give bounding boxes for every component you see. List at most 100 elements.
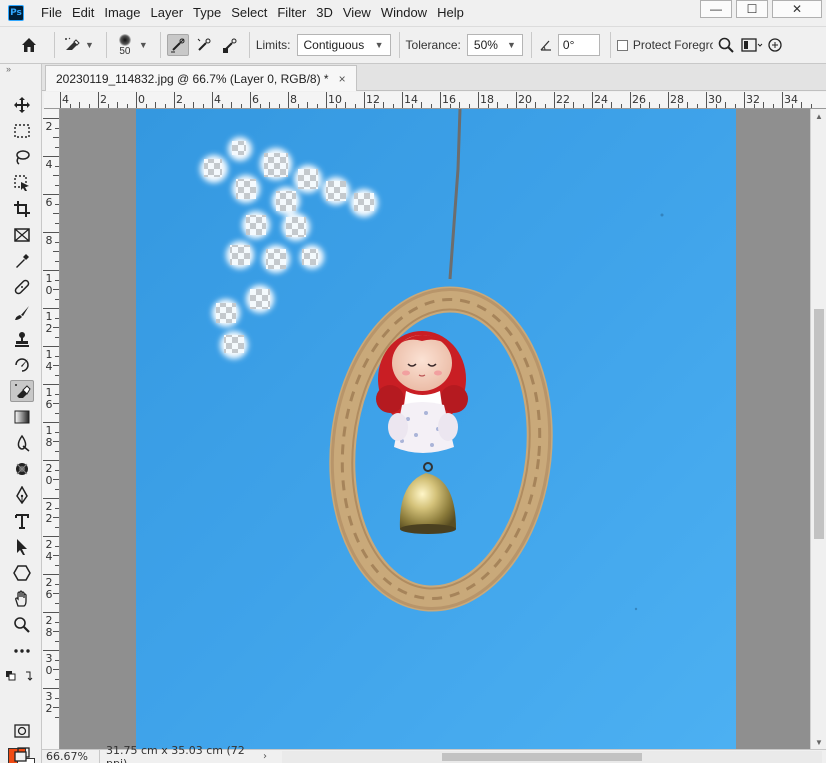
ruler-minor-tick [55,393,59,395]
ruler-tick [212,92,213,108]
ruler-tick [43,612,59,613]
ruler-tick [554,92,555,108]
ruler-tick [98,92,99,108]
close-icon[interactable]: × [339,72,346,86]
collapse-panel-icon[interactable]: ›› [6,64,11,74]
vertical-scrollbar[interactable]: ▲ ▼ [810,109,826,749]
menu-layer[interactable]: Layer [146,0,189,26]
chevron-down-icon[interactable]: ▼ [139,40,148,50]
ruler-tick [174,92,175,108]
protect-foreground-checkbox[interactable] [616,39,628,51]
ruler-label: 4 [62,93,69,106]
ruler-minor-tick [55,583,59,585]
ruler-minor-tick [55,621,59,623]
more-tools-icon[interactable] [10,640,34,662]
menu-select[interactable]: Select [226,0,272,26]
ruler-tick [516,92,517,108]
eraser-icon[interactable] [10,380,34,402]
chevron-down-icon: ▼ [506,40,516,50]
ruler-label: 2 [45,120,53,133]
document-tab[interactable]: 20230119_114832.jpg @ 66.7% (Layer 0, RG… [45,65,357,91]
object-select-icon[interactable] [10,172,34,194]
brush-preset-picker[interactable]: 50 [118,33,131,57]
minimize-button[interactable]: — [700,0,732,18]
zoom-icon[interactable] [10,614,34,636]
angle-input[interactable]: 0° [557,34,600,56]
history-brush-icon[interactable] [10,354,34,376]
screen-mode-icon[interactable] [10,744,34,763]
menu-file[interactable]: File [36,0,67,26]
ruler-tick [744,92,745,108]
horizontal-scrollbar[interactable] [282,751,822,763]
dodge-icon[interactable] [10,458,34,480]
menu-image[interactable]: Image [99,0,145,26]
blur-icon[interactable] [10,432,34,454]
ruler-minor-tick [725,102,726,108]
search-icon[interactable] [715,34,737,56]
brush-icon[interactable] [10,302,34,324]
ruler-minor-tick [421,102,422,108]
ruler-minor-tick [734,104,736,108]
pen-icon[interactable] [10,484,34,506]
menu-filter[interactable]: Filter [272,0,311,26]
hand-icon[interactable] [10,588,34,610]
marquee-icon[interactable] [10,120,34,142]
frame-icon[interactable] [10,224,34,246]
ruler-minor-tick [55,697,59,699]
ruler-minor-tick [468,104,470,108]
menu-view[interactable]: View [338,0,376,26]
ruler-minor-tick [392,104,394,108]
lasso-icon[interactable] [10,146,34,168]
menu-type[interactable]: Type [188,0,226,26]
ruler-minor-tick [269,102,270,108]
default-colors-icon[interactable] [4,666,40,688]
chevron-down-icon[interactable]: ▼ [85,40,94,50]
ruler-minor-tick [677,104,679,108]
tolerance-input[interactable]: 50% ▼ [466,34,523,56]
zoom-level-field[interactable]: 66.67% [42,749,100,763]
close-button[interactable]: ✕ [772,0,822,18]
ruler-minor-tick [449,104,451,108]
ruler-label: 4 [214,93,221,106]
gradient-icon[interactable] [10,406,34,428]
document-canvas[interactable] [136,109,736,749]
brush-size-value: 50 [119,45,131,57]
crop-icon[interactable] [10,198,34,220]
type-icon[interactable] [10,510,34,532]
sampling-background-icon[interactable] [219,34,241,56]
scroll-up-icon[interactable]: ▲ [811,109,826,123]
ruler-label: 2 [176,93,183,106]
restore-button[interactable]: ☐ [736,0,768,18]
menu-window[interactable]: Window [376,0,432,26]
horizontal-scroll-thumb[interactable] [442,753,642,761]
move-icon[interactable] [10,94,34,116]
eyedropper-icon[interactable] [10,250,34,272]
canvas-area[interactable] [60,109,810,749]
document-tab-title: 20230119_114832.jpg @ 66.7% (Layer 0, RG… [56,71,329,86]
menu-edit[interactable]: Edit [67,0,99,26]
ruler-tick [43,194,59,195]
workspace-switcher-icon[interactable] [737,34,767,56]
home-icon[interactable] [18,34,40,56]
ruler-tick [43,346,59,347]
stamp-icon[interactable] [10,328,34,350]
menu-help[interactable]: Help [432,0,469,26]
scroll-down-icon[interactable]: ▼ [811,735,826,749]
ruler-minor-tick [55,165,59,167]
vertical-scroll-thumb[interactable] [814,309,824,539]
options-separator [54,32,55,58]
limits-select[interactable]: Contiguous ▼ [296,34,391,56]
status-menu-arrow-icon[interactable]: › [258,751,272,762]
shape-icon[interactable] [10,562,34,584]
sampling-continuous-icon[interactable] [166,34,189,56]
ruler-minor-tick [55,355,59,357]
share-icon[interactable] [767,34,783,56]
healing-icon[interactable] [10,276,34,298]
ruler-label: 28 [45,614,53,639]
menu-3d[interactable]: 3D [311,0,338,26]
tool-preset-picker-icon[interactable] [61,34,83,56]
ruler-minor-tick [55,450,59,452]
path-select-icon[interactable] [10,536,34,558]
quick-mask-icon[interactable] [10,720,34,742]
sampling-once-icon[interactable] [193,34,215,56]
